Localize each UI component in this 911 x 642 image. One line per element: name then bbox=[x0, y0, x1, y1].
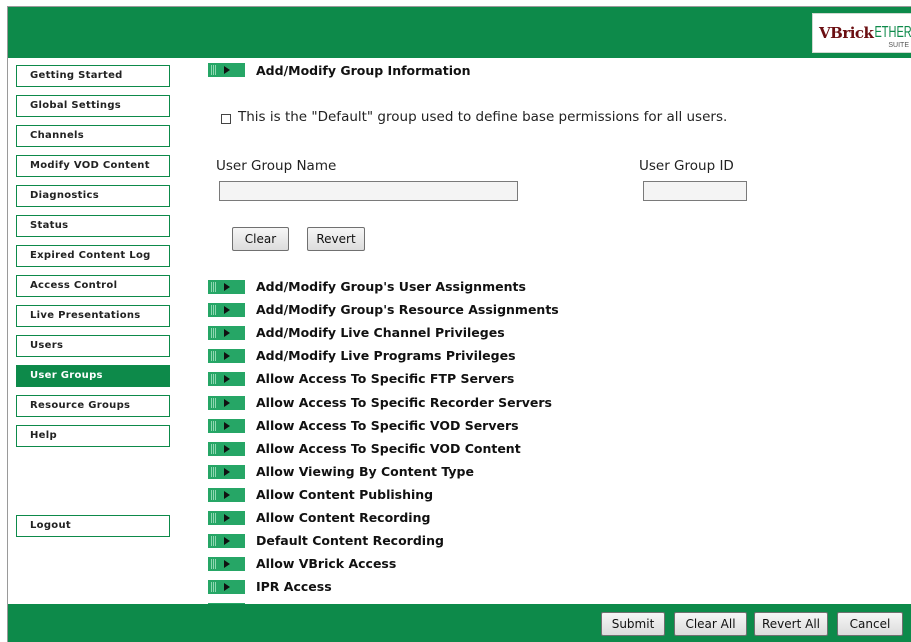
logo-suffix: SUITE bbox=[888, 42, 909, 49]
section-label[interactable]: Allow Content Publishing bbox=[256, 487, 433, 502]
default-group-checkbox[interactable] bbox=[221, 114, 231, 124]
section-label[interactable]: Allow Access To Specific Recorder Server… bbox=[256, 395, 552, 410]
section-label[interactable]: Add/Modify Live Programs Privileges bbox=[256, 348, 516, 363]
clear-button[interactable]: Clear bbox=[232, 227, 289, 251]
sidebar-item-resource-groups[interactable]: Resource Groups bbox=[16, 395, 170, 417]
logo-brand: VBrick bbox=[819, 24, 874, 42]
expand-arrow-icon[interactable] bbox=[208, 326, 245, 340]
expand-arrow-icon[interactable] bbox=[208, 63, 245, 77]
section-label[interactable]: Add/Modify Live Channel Privileges bbox=[256, 325, 505, 340]
expand-arrow-icon[interactable] bbox=[208, 303, 245, 317]
bottom-toolbar: Submit Clear All Revert All Cancel bbox=[8, 604, 911, 642]
sidebar-item-diagnostics[interactable]: Diagnostics bbox=[16, 185, 170, 207]
expand-arrow-icon[interactable] bbox=[208, 349, 245, 363]
revert-all-button[interactable]: Revert All bbox=[754, 612, 828, 636]
expand-arrow-icon[interactable] bbox=[208, 442, 245, 456]
section-label[interactable]: Allow VBrick Access bbox=[256, 556, 396, 571]
expand-arrow-icon[interactable] bbox=[208, 465, 245, 479]
revert-button[interactable]: Revert bbox=[307, 227, 365, 251]
sidebar-item-getting-started[interactable]: Getting Started bbox=[16, 65, 170, 87]
expand-arrow-icon[interactable] bbox=[208, 580, 245, 594]
section-label[interactable]: Allow Content Recording bbox=[256, 510, 430, 525]
group-name-label: User Group Name bbox=[216, 158, 337, 174]
expand-arrow-icon[interactable] bbox=[208, 488, 245, 502]
top-banner: VBrickETHERNET SUITE bbox=[8, 7, 911, 58]
section-label[interactable]: Allow Access To Specific FTP Servers bbox=[256, 371, 514, 386]
expand-arrow-icon[interactable] bbox=[208, 557, 245, 571]
app-frame: VBrickETHERNET SUITE Getting Started Glob… bbox=[7, 6, 911, 642]
clear-all-button[interactable]: Clear All bbox=[674, 612, 747, 636]
group-name-input[interactable] bbox=[219, 181, 518, 201]
default-group-label: This is the "Default" group used to defi… bbox=[238, 109, 728, 125]
sidebar-item-expired-content-log[interactable]: Expired Content Log bbox=[16, 245, 170, 267]
group-id-label: User Group ID bbox=[639, 158, 734, 174]
expand-arrow-icon[interactable] bbox=[208, 419, 245, 433]
sidebar-item-access-control[interactable]: Access Control bbox=[16, 275, 170, 297]
section-label[interactable]: Allow Access To Specific VOD Servers bbox=[256, 418, 519, 433]
section-label[interactable]: Allow Access To Specific VOD Content bbox=[256, 441, 521, 456]
section-header-group-info: Add/Modify Group Information bbox=[256, 63, 471, 78]
section-label[interactable]: Default Content Recording bbox=[256, 533, 444, 548]
expand-arrow-icon[interactable] bbox=[208, 396, 245, 410]
expand-arrow-icon[interactable] bbox=[208, 280, 245, 294]
sidebar-item-live-presentations[interactable]: Live Presentations bbox=[16, 305, 170, 327]
sidebar-item-channels[interactable]: Channels bbox=[16, 125, 170, 147]
sidebar-item-users[interactable]: Users bbox=[16, 335, 170, 357]
group-id-input[interactable] bbox=[643, 181, 747, 201]
section-label[interactable]: IPR Access bbox=[256, 579, 332, 594]
cancel-button[interactable]: Cancel bbox=[837, 612, 903, 636]
section-label[interactable]: Allow Viewing By Content Type bbox=[256, 464, 474, 479]
expand-arrow-icon[interactable] bbox=[208, 372, 245, 386]
vbrick-logo: VBrickETHERNET SUITE bbox=[812, 13, 911, 53]
section-label[interactable]: Add/Modify Group's User Assignments bbox=[256, 279, 526, 294]
logo-product: ETHERNET bbox=[874, 24, 911, 42]
sidebar-item-status[interactable]: Status bbox=[16, 215, 170, 237]
logout-button[interactable]: Logout bbox=[16, 515, 170, 537]
section-label[interactable]: Add/Modify Group's Resource Assignments bbox=[256, 302, 559, 317]
expand-arrow-icon[interactable] bbox=[208, 511, 245, 525]
submit-button[interactable]: Submit bbox=[601, 612, 665, 636]
sidebar-item-user-groups[interactable]: User Groups bbox=[16, 365, 170, 387]
sidebar-item-global-settings[interactable]: Global Settings bbox=[16, 95, 170, 117]
expand-arrow-icon[interactable] bbox=[208, 534, 245, 548]
sidebar-item-modify-vod-content[interactable]: Modify VOD Content bbox=[16, 155, 170, 177]
sidebar-item-help[interactable]: Help bbox=[16, 425, 170, 447]
